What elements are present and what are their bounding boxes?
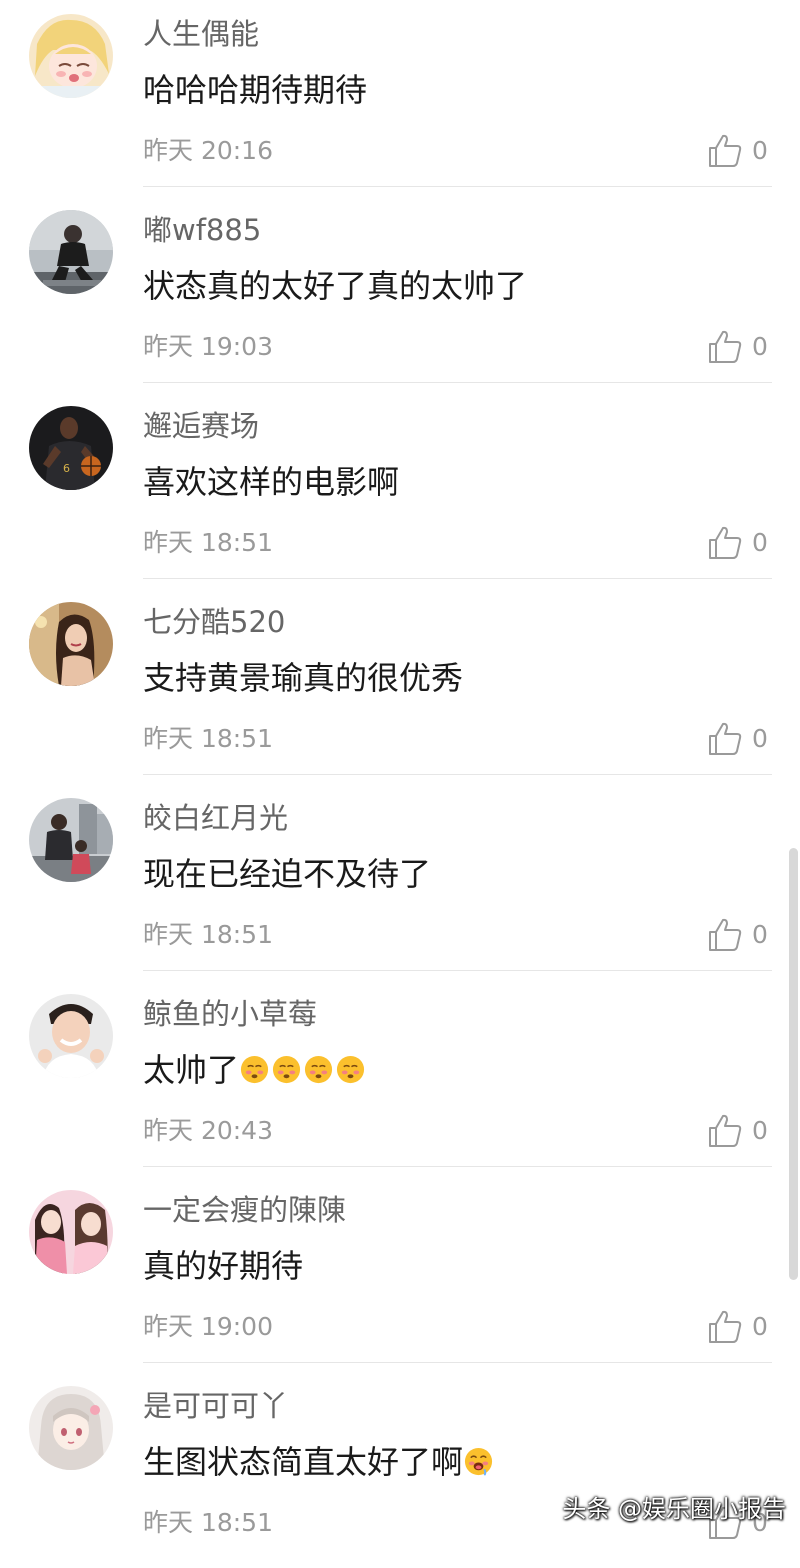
drooling-face-emoji [464,1447,493,1476]
thumbs-up-icon[interactable] [707,329,743,365]
comment-text: 太帅了 [143,1050,367,1090]
comment-time: 昨天 18:51 [143,1508,273,1537]
like-count: 0 [752,136,768,165]
divider [143,1166,772,1167]
comment-time: 昨天 20:43 [143,1116,273,1145]
comment-text: 现在已经迫不及待了 [143,855,432,893]
comment-item: 6 邂逅赛场 喜欢这样的电影啊 昨天 18:51 0 [0,392,800,588]
username[interactable]: 皎白红月光 [143,800,288,836]
divider [143,774,772,775]
divider [143,578,772,579]
divider [143,186,772,187]
comment-text: 生图状态简直太好了啊 [143,1442,495,1482]
comment-item: 皎白红月光 现在已经迫不及待了 昨天 18:51 0 [0,784,800,980]
comment-item: 嘟wf885 状态真的太好了真的太帅了 昨天 19:03 0 [0,196,800,392]
blushing-face-emoji [272,1055,301,1084]
svg-text:6: 6 [63,462,70,475]
comment-time: 昨天 18:51 [143,528,273,557]
divider [143,970,772,971]
scrollbar[interactable] [789,848,798,1280]
username[interactable]: 一定会瘦的陳陳 [143,1192,346,1228]
like-count: 0 [752,724,768,753]
comment-item: 一定会瘦的陳陳 真的好期待 昨天 19:00 0 [0,1176,800,1372]
like-count: 0 [752,1312,768,1341]
avatar[interactable] [29,994,113,1078]
divider [143,382,772,383]
comment-item: 是可可可丫 生图状态简直太好了啊 昨天 18:51 0 [0,1372,800,1568]
comment-text: 哈哈哈期待期待 [143,71,368,109]
avatar[interactable] [29,798,113,882]
username[interactable]: 嘟wf885 [143,212,261,248]
watermark: 头条 @娱乐圈小报告 [562,1495,786,1523]
avatar[interactable]: 6 [29,406,113,490]
comment-time: 昨天 18:51 [143,920,273,949]
blushing-face-emoji [240,1055,269,1084]
thumbs-up-icon[interactable] [707,917,743,953]
comment-text: 支持黄景瑜真的很优秀 [143,659,464,697]
like-count: 0 [752,332,768,361]
like-count: 0 [752,528,768,557]
comment-time: 昨天 19:03 [143,332,273,361]
blushing-face-emoji [304,1055,333,1084]
comment-text: 喜欢这样的电影啊 [143,463,400,501]
comment-item: 七分酷520 支持黄景瑜真的很优秀 昨天 18:51 0 [0,588,800,784]
username[interactable]: 是可可可丫 [143,1388,288,1424]
comment-time: 昨天 20:16 [143,136,273,165]
thumbs-up-icon[interactable] [707,1113,743,1149]
comment-text: 真的好期待 [143,1247,304,1285]
username[interactable]: 人生偶能 [143,16,259,52]
divider [143,1362,772,1363]
thumbs-up-icon[interactable] [707,525,743,561]
avatar[interactable] [29,602,113,686]
thumbs-up-icon[interactable] [707,721,743,757]
username[interactable]: 邂逅赛场 [143,408,259,444]
username[interactable]: 七分酷520 [143,604,285,640]
thumbs-up-icon[interactable] [707,1309,743,1345]
comment-text: 状态真的太好了真的太帅了 [143,267,528,305]
thumbs-up-icon[interactable] [707,133,743,169]
avatar[interactable] [29,1386,113,1470]
like-count: 0 [752,1116,768,1145]
comment-item: 鲸鱼的小草莓 太帅了 昨天 20:43 0 [0,980,800,1176]
avatar[interactable] [29,14,113,98]
username[interactable]: 鲸鱼的小草莓 [143,996,317,1032]
avatar[interactable] [29,1190,113,1274]
blushing-face-emoji [336,1055,365,1084]
comment-item: 人生偶能 哈哈哈期待期待 昨天 20:16 0 [0,0,800,196]
comment-time: 昨天 18:51 [143,724,273,753]
like-count: 0 [752,920,768,949]
comment-time: 昨天 19:00 [143,1312,273,1341]
avatar[interactable] [29,210,113,294]
